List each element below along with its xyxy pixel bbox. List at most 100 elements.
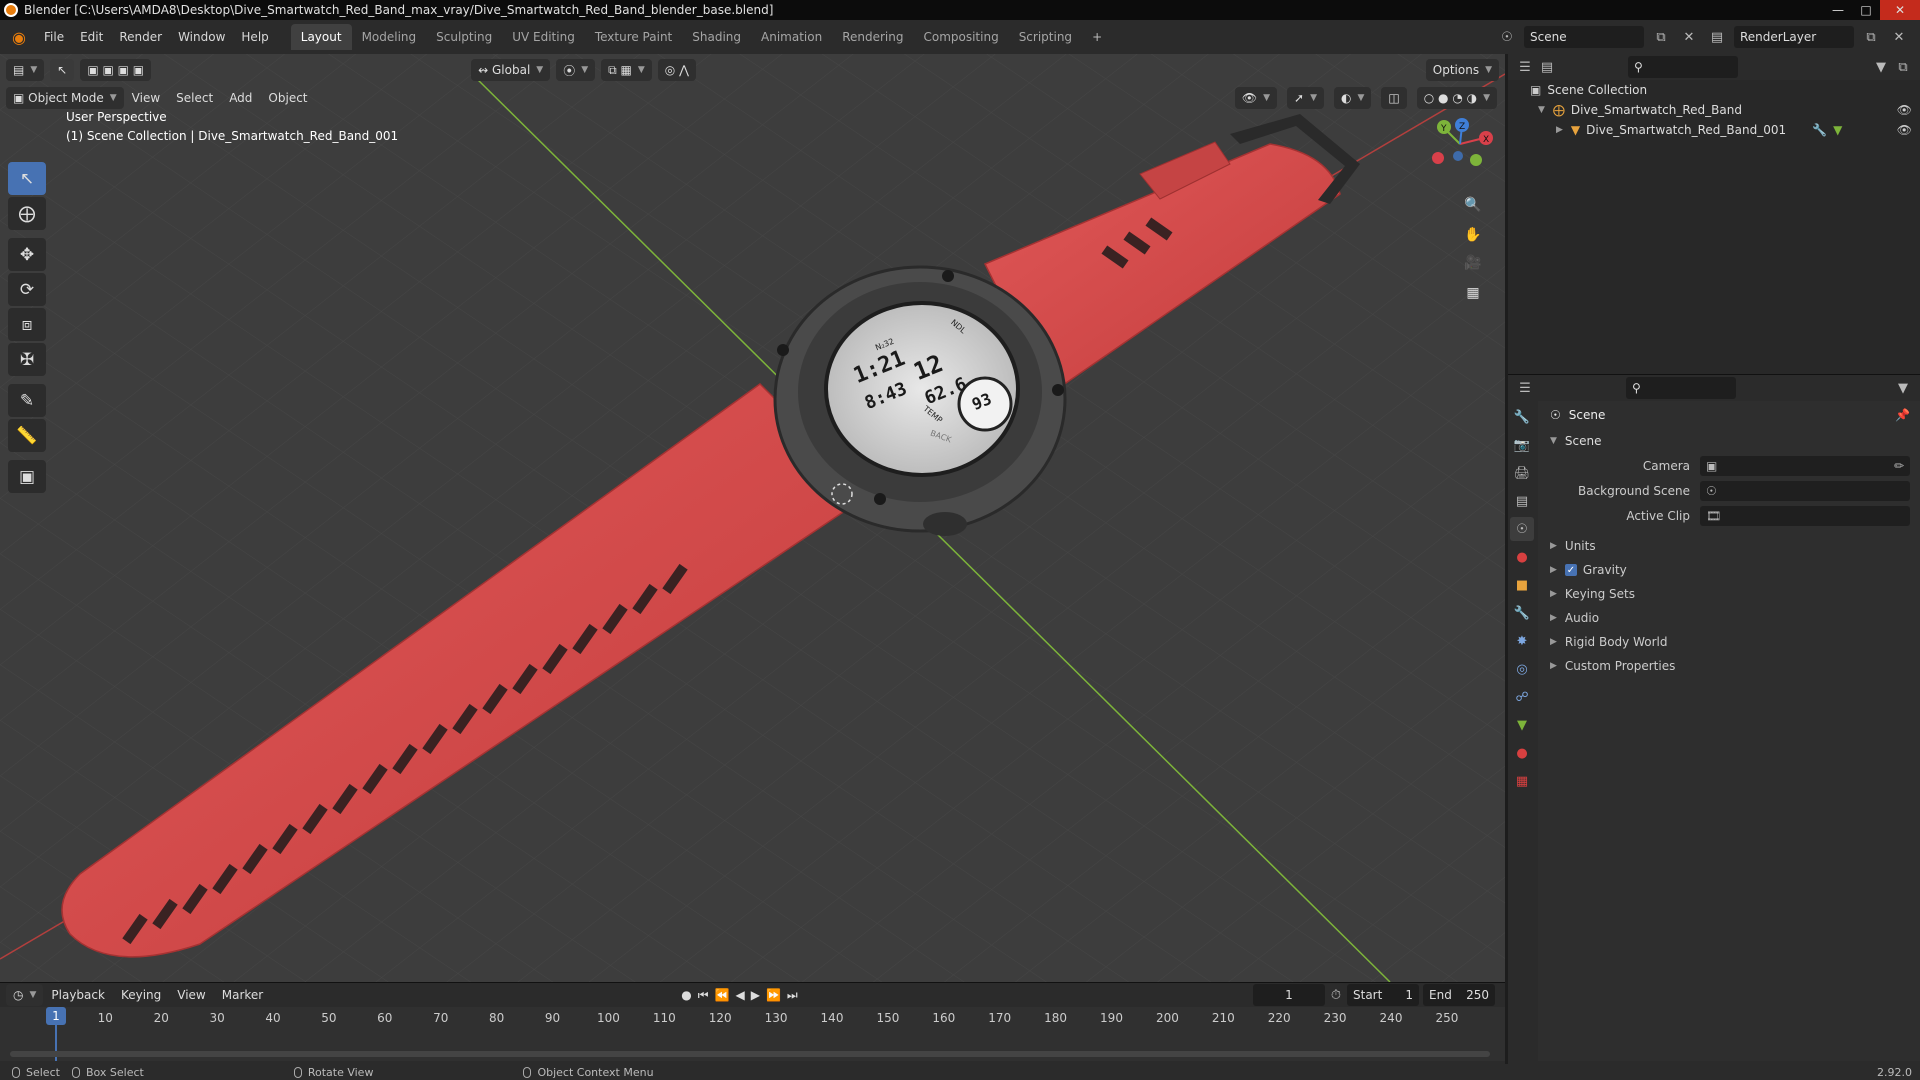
- outliner-row-collection[interactable]: ▼ ⨁ Dive_Smartwatch_Red_Band 👁: [1508, 100, 1920, 120]
- gravity-checkbox[interactable]: ✓: [1564, 564, 1577, 576]
- texture-tab-icon[interactable]: ▦: [1510, 769, 1534, 793]
- delete-view-layer-icon[interactable]: ✕: [1888, 26, 1910, 48]
- timeline-menu-marker[interactable]: Marker: [214, 988, 271, 1002]
- world-tab-icon[interactable]: ●: [1510, 545, 1534, 569]
- rotate-tool-icon[interactable]: ⟳: [8, 273, 46, 306]
- delete-scene-icon[interactable]: ✕: [1678, 26, 1700, 48]
- menu-render[interactable]: Render: [111, 25, 170, 49]
- properties-search-input[interactable]: ⚲: [1626, 377, 1736, 399]
- blender-menu-icon[interactable]: ◉: [8, 26, 30, 48]
- preview-range-icon[interactable]: ⏱: [1325, 984, 1347, 1006]
- maximize-button[interactable]: □: [1852, 0, 1880, 20]
- scene-icon[interactable]: ☉: [1496, 26, 1518, 48]
- tab-compositing[interactable]: Compositing: [913, 24, 1008, 50]
- tool-tab-icon[interactable]: 🔧: [1510, 405, 1534, 429]
- properties-options-icon[interactable]: ▼: [1892, 377, 1914, 399]
- viewport-menu-view[interactable]: View: [124, 91, 168, 105]
- measure-tool-icon[interactable]: 📏: [8, 419, 46, 452]
- viewport-menu-select[interactable]: Select: [168, 91, 221, 105]
- play-reverse-icon[interactable]: ◀: [735, 988, 744, 1003]
- view-layer-tab-icon[interactable]: ▤: [1510, 489, 1534, 513]
- panel-units[interactable]: ▶ Units: [1538, 534, 1920, 558]
- expand-icon[interactable]: ▼: [1538, 105, 1545, 115]
- add-cube-tool-icon[interactable]: ▣: [8, 460, 46, 493]
- properties-editor-type-icon[interactable]: ☰: [1514, 377, 1536, 399]
- view-layer-icon[interactable]: ▤: [1706, 26, 1728, 48]
- particles-tab-icon[interactable]: ✸: [1510, 629, 1534, 653]
- viewport-menu-object[interactable]: Object: [260, 91, 315, 105]
- xray-toggle-icon[interactable]: ◫: [1381, 87, 1407, 109]
- new-collection-icon[interactable]: ⧉: [1892, 56, 1914, 78]
- end-frame-field[interactable]: End 250: [1423, 984, 1495, 1006]
- pan-hand-icon[interactable]: ✋: [1460, 222, 1486, 248]
- ortho-toggle-icon[interactable]: ▦: [1460, 280, 1486, 306]
- selection-mode-buttons[interactable]: ▣ ▣ ▣ ▣: [80, 59, 152, 81]
- pivot-point-dropdown[interactable]: ⦿ ▼: [556, 59, 596, 81]
- menu-file[interactable]: File: [36, 25, 72, 49]
- cursor-tool-icon[interactable]: ⨁: [8, 197, 46, 230]
- tab-modeling[interactable]: Modeling: [352, 24, 427, 50]
- tab-sculpting[interactable]: Sculpting: [426, 24, 502, 50]
- panel-rigid-body-world[interactable]: ▶ Rigid Body World: [1538, 630, 1920, 654]
- constraints-tab-icon[interactable]: ☍: [1510, 685, 1534, 709]
- physics-tab-icon[interactable]: ◎: [1510, 657, 1534, 681]
- modifier-tab-icon[interactable]: 🔧: [1510, 601, 1534, 625]
- gizmo-toggle-icon[interactable]: ➚ ▼: [1287, 87, 1324, 109]
- menu-edit[interactable]: Edit: [72, 25, 111, 49]
- view-layer-selector[interactable]: RenderLayer: [1734, 26, 1854, 48]
- mesh-data-icon[interactable]: ▼: [1833, 123, 1842, 137]
- tab-rendering[interactable]: Rendering: [832, 24, 913, 50]
- navigation-gizmo[interactable]: X Y Z 🔍 ✋: [1420, 114, 1500, 244]
- camera-field[interactable]: ▣ ✏: [1700, 455, 1910, 476]
- annotate-tool-icon[interactable]: ✎: [8, 384, 46, 417]
- minimize-button[interactable]: —: [1824, 0, 1852, 20]
- 3d-viewport[interactable]: 1:21 8:43 12 62.6 93 N₂32 TEMP NDL BACK …: [0, 54, 1505, 982]
- timeline-menu-view[interactable]: View: [169, 988, 213, 1002]
- tab-layout[interactable]: Layout: [290, 24, 352, 50]
- prev-keyframe-icon[interactable]: ⏪: [715, 988, 730, 1003]
- scene-selector[interactable]: Scene: [1524, 26, 1644, 48]
- close-button[interactable]: ✕: [1880, 0, 1920, 20]
- transform-tool-icon[interactable]: ✠: [8, 343, 46, 376]
- active-clip-field[interactable]: 🎞: [1700, 505, 1910, 526]
- tab-animation[interactable]: Animation: [751, 24, 832, 50]
- overlay-toggle-icon[interactable]: ◐ ▼: [1334, 87, 1372, 109]
- play-icon[interactable]: ▶: [751, 988, 760, 1003]
- snap-toggle[interactable]: ⧉ ▦ ▼: [601, 59, 652, 81]
- pin-icon[interactable]: 📌: [1895, 408, 1910, 422]
- tab-uv-editing[interactable]: UV Editing: [502, 24, 585, 50]
- timeline-menu-playback[interactable]: Playback: [43, 988, 113, 1002]
- proportional-edit-toggle[interactable]: ◎ ⋀: [657, 59, 696, 81]
- outliner-search-input[interactable]: ⚲: [1628, 56, 1738, 78]
- panel-custom-properties[interactable]: ▶ Custom Properties: [1538, 654, 1920, 678]
- scene-tab-icon[interactable]: ☉: [1510, 517, 1534, 541]
- jump-end-icon[interactable]: ⏭: [787, 988, 798, 1003]
- viewport-menu-add[interactable]: Add: [221, 91, 260, 105]
- new-view-layer-icon[interactable]: ⧉: [1860, 26, 1882, 48]
- tab-texture-paint[interactable]: Texture Paint: [585, 24, 682, 50]
- visibility-eye-icon[interactable]: 👁: [1897, 103, 1912, 117]
- visibility-eye-icon[interactable]: 👁: [1897, 123, 1912, 137]
- editor-type-button[interactable]: ▤ ▼: [6, 59, 45, 81]
- display-mode-icon[interactable]: ▤: [1536, 56, 1558, 78]
- shading-mode-buttons[interactable]: ○ ● ◔ ◑ ▼: [1416, 87, 1497, 109]
- outliner-row-mesh[interactable]: ▶ ▼ Dive_Smartwatch_Red_Band_001 🔧 ▼ 👁: [1508, 120, 1920, 140]
- panel-audio[interactable]: ▶ Audio: [1538, 606, 1920, 630]
- select-tool-icon[interactable]: ↖: [50, 59, 75, 81]
- background-scene-field[interactable]: ☉: [1700, 480, 1910, 501]
- zoom-icon[interactable]: 🔍: [1460, 192, 1486, 218]
- mode-dropdown[interactable]: ▣ Object Mode ▼: [6, 87, 124, 109]
- material-tab-icon[interactable]: ●: [1510, 741, 1534, 765]
- outliner-editor-type-icon[interactable]: ☰: [1514, 56, 1536, 78]
- move-tool-icon[interactable]: ✥: [8, 238, 46, 271]
- axis-gizmo[interactable]: X Y Z: [1420, 114, 1500, 174]
- playhead-frame-indicator[interactable]: 1: [46, 1007, 66, 1025]
- timeline-ruler[interactable]: 10 20 30 40 50 60 70 80 90 100 110 120 130 140 150 160 1…: [0, 1007, 1505, 1061]
- tab-shading[interactable]: Shading: [682, 24, 751, 50]
- object-tab-icon[interactable]: ■: [1510, 573, 1534, 597]
- outliner-row-scene-collection[interactable]: ▣ Scene Collection: [1508, 80, 1920, 100]
- timeline-editor-type-button[interactable]: ◷ ▼: [6, 984, 44, 1006]
- camera-view-icon[interactable]: 🎥: [1460, 250, 1486, 276]
- add-workspace-button[interactable]: +: [1082, 24, 1112, 50]
- visibility-icon[interactable]: 👁 ▼: [1234, 87, 1278, 109]
